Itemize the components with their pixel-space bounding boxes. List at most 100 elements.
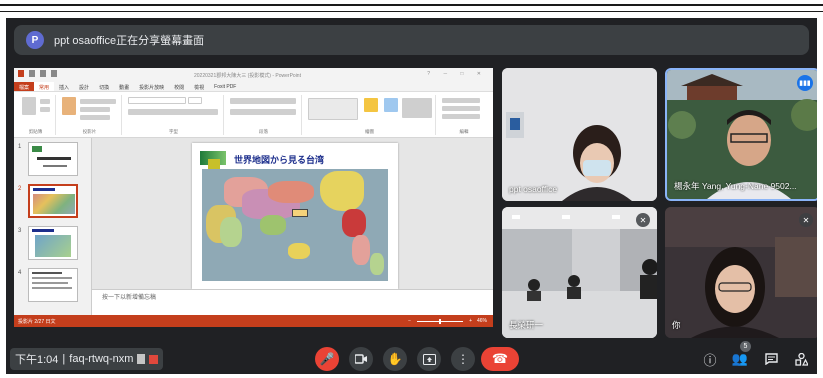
select-button[interactable] <box>442 114 480 119</box>
quick-access-toolbar <box>18 70 57 77</box>
people-button[interactable]: 👥 5 <box>730 341 751 369</box>
ribbon-group-paragraph: 段落 <box>226 95 302 135</box>
slide-number: 1 <box>18 144 22 150</box>
sharing-banner-text: ppt osaoffice正在分享螢幕畫面 <box>54 35 205 47</box>
align-buttons[interactable] <box>230 109 296 115</box>
taiwan-label-box <box>292 209 308 217</box>
ribbon-group-label: 剪貼簿 <box>28 129 43 134</box>
speaking-indicator-icon: ▮▮▮ <box>797 75 813 91</box>
tab-file[interactable]: 檔案 <box>14 82 35 91</box>
zoom-controls[interactable]: − + 46% <box>408 318 487 324</box>
slide-thumbnail-pane: 1 2 3 4 <box>14 138 92 315</box>
present-button[interactable] <box>417 347 441 371</box>
new-slide-icon[interactable] <box>62 97 76 115</box>
zoom-plus-icon[interactable]: + <box>469 318 472 324</box>
replace-button[interactable] <box>442 106 480 111</box>
paste-icon[interactable] <box>22 97 36 115</box>
shapes-gallery[interactable] <box>308 98 358 120</box>
zoom-slider[interactable] <box>417 318 464 324</box>
find-button[interactable] <box>442 98 480 103</box>
hang-up-icon: ☎ <box>491 351 509 366</box>
more-options-button[interactable]: ⋮ <box>451 347 475 371</box>
ribbon-group-label: 字型 <box>169 129 178 134</box>
slide-thumbnail[interactable] <box>28 226 78 260</box>
tab-foxit[interactable]: Foxit PDF <box>209 82 241 91</box>
participant-name: 你 <box>672 320 681 330</box>
sharing-banner: P ppt osaoffice正在分享螢幕畫面 <box>14 25 809 55</box>
slide-thumbnail-selected[interactable] <box>28 184 78 218</box>
participant-tile-self[interactable]: ✕ 你 <box>665 207 817 338</box>
camera-toggle-button[interactable] <box>349 347 373 371</box>
shape-fill-outline[interactable] <box>402 98 432 118</box>
slide-number: 4 <box>18 270 22 276</box>
font-name-select[interactable] <box>128 97 186 104</box>
overlay-icon <box>137 354 146 364</box>
tab-animations[interactable]: 動畫 <box>114 82 134 91</box>
ribbon-group-clipboard: 剪貼簿 <box>16 95 56 135</box>
quick-styles-icon[interactable] <box>384 98 398 112</box>
ribbon-group-editing: 編輯 <box>438 95 490 135</box>
people-icon: 👥 <box>731 351 749 366</box>
current-slide[interactable]: 世界地図から見る台湾 <box>192 143 398 289</box>
reset-button[interactable] <box>80 107 110 112</box>
undo-icon <box>40 70 46 77</box>
participant-name: 楊永年 Yang, Yung-Nane 9502... <box>674 181 797 191</box>
top-rule <box>0 4 823 6</box>
raise-hand-button[interactable]: ✋ <box>383 347 407 371</box>
ppt-logo-icon <box>18 70 24 77</box>
participant-name: 長榮研一 <box>509 320 544 330</box>
current-time: 下午1:04 <box>15 354 59 366</box>
presenter-avatar: P <box>26 31 44 49</box>
meeting-details-button[interactable]: ⓘ <box>700 349 720 369</box>
notes-pane[interactable]: 按一下以新增備忘稿 <box>92 289 493 315</box>
slide-number: 3 <box>18 228 22 234</box>
ppt-status-bar: 投影片 2/27 日文 − + 46% <box>14 315 493 327</box>
world-map-image <box>202 169 388 281</box>
participant-tile-active-speaker[interactable]: ▮▮▮ 楊永年 Yang, Yung-Nane 9502... <box>665 68 817 201</box>
list-buttons[interactable] <box>230 98 296 104</box>
layout-button[interactable] <box>80 99 116 104</box>
ribbon-group-label: 投影片 <box>82 129 97 134</box>
top-rule-thin <box>0 11 823 12</box>
tab-review[interactable]: 校閱 <box>169 82 189 91</box>
copy-icon[interactable] <box>40 107 50 112</box>
participant-count-badge: 5 <box>740 341 751 352</box>
tab-design[interactable]: 設計 <box>74 82 94 91</box>
ribbon-group-drawing: 繪圖 <box>304 95 436 135</box>
chat-button[interactable] <box>761 349 781 369</box>
arrange-icon[interactable] <box>364 98 378 112</box>
activities-button[interactable] <box>791 349 811 369</box>
meeting-controls-bar: 下午1:04 | faq-rtwq-nxm 🎤 ✋ ⋮ ☎ ⓘ 👥 5 <box>6 341 817 374</box>
tab-slideshow[interactable]: 投影片放映 <box>134 82 169 91</box>
ribbon: 剪貼簿 投影片 字型 段落 繪圖 編輯 <box>14 92 493 138</box>
participant-video <box>502 68 657 201</box>
participant-tile[interactable]: ppt osaoffice <box>502 68 657 201</box>
leave-call-button[interactable]: ☎ <box>481 347 519 371</box>
tab-transitions[interactable]: 切換 <box>94 82 114 91</box>
section-button[interactable] <box>80 115 110 120</box>
font-size-select[interactable] <box>188 97 202 104</box>
tab-home[interactable]: 常用 <box>34 82 55 91</box>
ribbon-group-slides: 投影片 <box>58 95 122 135</box>
raise-hand-icon: ✋ <box>387 352 403 366</box>
cut-icon[interactable] <box>40 99 50 104</box>
mic-muted-icon: ✕ <box>799 213 813 227</box>
slide-thumbnail[interactable] <box>28 142 78 176</box>
ppt-title-bar: 20220321郡邦大陳大三 (投影模式) - PowerPoint ? ─ □… <box>14 68 493 82</box>
ribbon-tabs: 檔案 常用 插入 設計 切換 動畫 投影片放映 校閱 檢視 Foxit PDF <box>14 82 493 92</box>
slide-thumbnail[interactable] <box>28 268 78 302</box>
font-format-row[interactable] <box>128 109 218 115</box>
mic-off-icon: 🎤 <box>319 352 335 366</box>
meeting-code[interactable]: faq-rtwq-nxm <box>69 353 133 365</box>
tab-insert[interactable]: 插入 <box>54 82 74 91</box>
shared-screen[interactable]: 20220321郡邦大陳大三 (投影模式) - PowerPoint ? ─ □… <box>14 68 493 327</box>
meet-stage: P ppt osaoffice正在分享螢幕畫面 20220321郡邦大陳大三 (… <box>6 18 817 374</box>
mic-toggle-button[interactable]: 🎤 <box>315 347 339 371</box>
ribbon-group-label: 段落 <box>259 129 268 134</box>
ribbon-group-label: 編輯 <box>459 129 469 134</box>
participant-tile[interactable]: ✕ 長榮研一 <box>502 207 657 338</box>
overlay-icon <box>149 354 159 364</box>
ribbon-group-label: 繪圖 <box>365 129 374 134</box>
tab-view[interactable]: 檢視 <box>189 82 209 91</box>
zoom-minus-icon[interactable]: − <box>408 318 411 324</box>
